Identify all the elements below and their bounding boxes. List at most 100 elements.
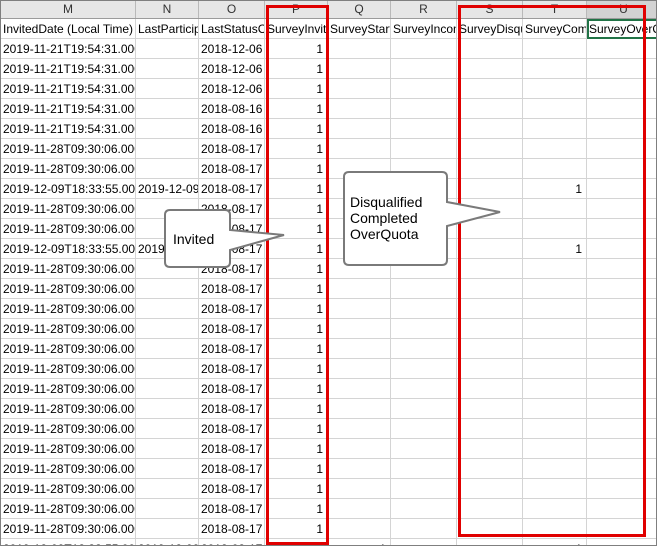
table-cell[interactable]: 2019-11-21T19:54:31.0000000Z <box>1 59 136 79</box>
field-name-cell[interactable]: InvitedDate (Local Time) <box>1 19 136 39</box>
table-cell[interactable] <box>136 119 199 139</box>
table-cell[interactable] <box>523 139 587 159</box>
table-cell[interactable] <box>587 479 656 499</box>
table-cell[interactable]: 2019-11-28T09:30:06.0000000Z <box>1 279 136 299</box>
table-cell[interactable]: 2018-08-17 <box>199 299 265 319</box>
table-cell[interactable] <box>457 359 523 379</box>
table-cell[interactable] <box>328 99 391 119</box>
table-cell[interactable] <box>457 479 523 499</box>
table-cell[interactable] <box>587 279 656 299</box>
table-cell[interactable] <box>523 499 587 519</box>
column-header-r[interactable]: R <box>391 1 457 18</box>
table-cell[interactable] <box>391 539 457 545</box>
table-cell[interactable]: 1 <box>265 479 328 499</box>
table-cell[interactable] <box>457 379 523 399</box>
table-cell[interactable]: 1 <box>265 399 328 419</box>
table-cell[interactable] <box>391 319 457 339</box>
table-cell[interactable] <box>136 339 199 359</box>
table-cell[interactable] <box>523 419 587 439</box>
table-cell[interactable] <box>457 59 523 79</box>
table-cell[interactable] <box>457 459 523 479</box>
field-name-cell[interactable]: SurveyIncomplete <box>391 19 457 39</box>
table-cell[interactable] <box>523 119 587 139</box>
table-cell[interactable] <box>391 59 457 79</box>
table-cell[interactable] <box>587 179 656 199</box>
table-cell[interactable] <box>328 519 391 539</box>
table-cell[interactable] <box>136 79 199 99</box>
table-cell[interactable] <box>136 39 199 59</box>
table-cell[interactable]: 2019-11-28T09:30:06.0000000Z <box>1 479 136 499</box>
table-cell[interactable]: 2019-11-28T09:30:06.0000000Z <box>1 199 136 219</box>
table-cell[interactable] <box>587 379 656 399</box>
table-cell[interactable] <box>328 499 391 519</box>
table-cell[interactable] <box>587 259 656 279</box>
table-cell[interactable] <box>391 499 457 519</box>
table-cell[interactable] <box>328 419 391 439</box>
table-cell[interactable]: 2019-11-28T09:30:06.0000000Z <box>1 319 136 339</box>
table-cell[interactable] <box>328 479 391 499</box>
table-cell[interactable] <box>587 219 656 239</box>
table-cell[interactable] <box>328 379 391 399</box>
column-header-s[interactable]: S <box>457 1 523 18</box>
table-cell[interactable] <box>523 99 587 119</box>
table-cell[interactable]: 1 <box>265 79 328 99</box>
table-cell[interactable] <box>457 439 523 459</box>
table-cell[interactable] <box>457 399 523 419</box>
table-cell[interactable]: 1 <box>265 419 328 439</box>
table-cell[interactable] <box>523 519 587 539</box>
table-cell[interactable]: 2019-11-28T09:30:06.0000000Z <box>1 419 136 439</box>
table-cell[interactable] <box>391 359 457 379</box>
table-cell[interactable]: 1 <box>265 39 328 59</box>
table-cell[interactable] <box>391 99 457 119</box>
table-cell[interactable] <box>391 379 457 399</box>
table-cell[interactable]: 2019-11-28T09:30:06.0000000Z <box>1 459 136 479</box>
table-cell[interactable]: 2019-11-28T09:30:06.0000000Z <box>1 339 136 359</box>
table-cell[interactable] <box>587 499 656 519</box>
table-cell[interactable]: 2018-08-17 <box>199 359 265 379</box>
table-cell[interactable] <box>136 99 199 119</box>
table-cell[interactable]: 2019-11-28T09:30:06.0000000Z <box>1 399 136 419</box>
table-cell[interactable]: 2019-11-21T19:54:31.0000000Z <box>1 99 136 119</box>
table-cell[interactable] <box>457 139 523 159</box>
table-cell[interactable]: 2018-08-17 <box>199 379 265 399</box>
table-cell[interactable] <box>328 39 391 59</box>
table-cell[interactable] <box>523 219 587 239</box>
table-cell[interactable] <box>523 159 587 179</box>
table-cell[interactable]: 2018-12-06 <box>199 59 265 79</box>
table-cell[interactable] <box>391 39 457 59</box>
column-header-n[interactable]: N <box>136 1 199 18</box>
table-cell[interactable] <box>587 419 656 439</box>
table-cell[interactable] <box>136 159 199 179</box>
table-cell[interactable] <box>328 319 391 339</box>
table-cell[interactable] <box>136 419 199 439</box>
table-cell[interactable] <box>136 459 199 479</box>
field-name-cell[interactable]: SurveyCompleted <box>523 19 587 39</box>
table-cell[interactable]: 2019-12-09T18:33:55.0000000Z <box>1 239 136 259</box>
table-cell[interactable] <box>523 39 587 59</box>
table-cell[interactable] <box>587 139 656 159</box>
table-cell[interactable] <box>136 139 199 159</box>
table-cell[interactable]: 1 <box>265 119 328 139</box>
table-cell[interactable] <box>391 399 457 419</box>
table-cell[interactable] <box>136 299 199 319</box>
table-cell[interactable] <box>523 439 587 459</box>
table-cell[interactable] <box>523 59 587 79</box>
table-cell[interactable] <box>391 419 457 439</box>
table-cell[interactable] <box>587 39 656 59</box>
table-cell[interactable]: 2019-11-28T09:30:06.0000000Z <box>1 299 136 319</box>
table-cell[interactable]: 2018-08-17 <box>199 519 265 539</box>
table-cell[interactable]: 1 <box>265 139 328 159</box>
table-cell[interactable]: 2018-08-17 <box>199 539 265 545</box>
table-cell[interactable] <box>587 319 656 339</box>
field-name-cell[interactable]: LastParticipationDate <box>136 19 199 39</box>
table-cell[interactable]: 2019-11-28T09:30:06.0000000Z <box>1 219 136 239</box>
table-cell[interactable] <box>136 59 199 79</box>
table-cell[interactable] <box>391 519 457 539</box>
table-cell[interactable] <box>587 239 656 259</box>
table-cell[interactable] <box>136 319 199 339</box>
table-cell[interactable] <box>457 299 523 319</box>
table-cell[interactable]: 1 <box>265 459 328 479</box>
table-cell[interactable] <box>523 359 587 379</box>
table-cell[interactable] <box>587 399 656 419</box>
table-cell[interactable]: 2018-08-16 <box>199 119 265 139</box>
